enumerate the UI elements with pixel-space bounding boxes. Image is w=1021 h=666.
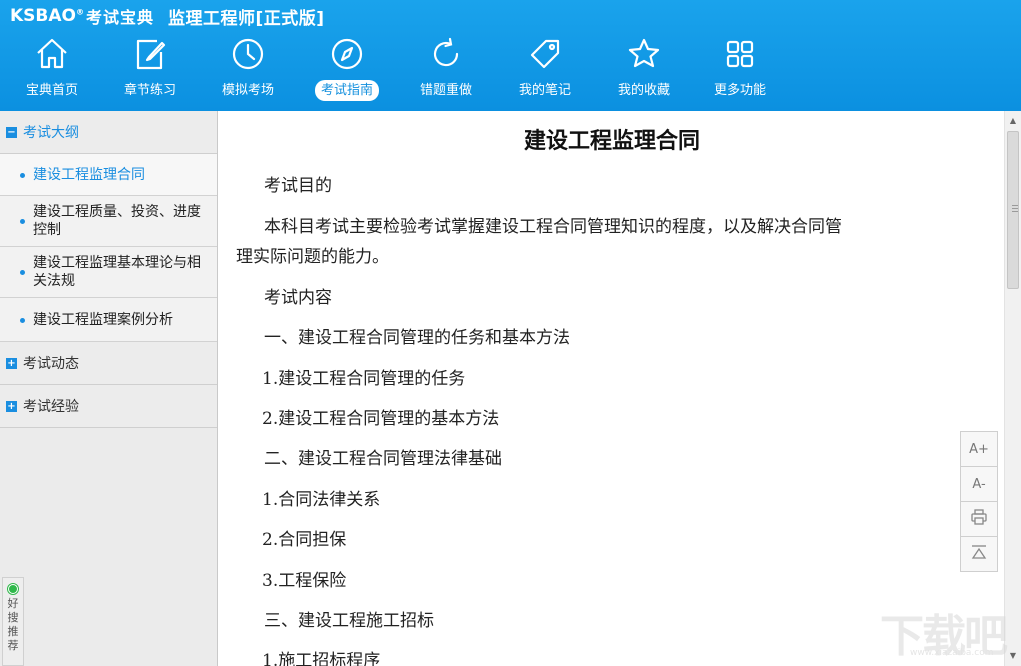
reader-tools: A+ A- [960, 431, 998, 572]
grid-icon [720, 34, 760, 74]
clock-icon [228, 34, 268, 74]
bullet-dot [20, 270, 25, 275]
nav-label: 我的收藏 [617, 83, 671, 98]
expand-icon: + [6, 400, 17, 412]
grip-line [1012, 208, 1018, 209]
sidebar-item-supervision-contract[interactable]: 建设工程监理合同 [0, 154, 217, 196]
nav-more-functions[interactable]: 更多功能 [691, 30, 789, 108]
doc-line: 考试内容 [264, 288, 332, 308]
back-to-top-button[interactable] [960, 536, 998, 572]
bullet-dot [20, 172, 25, 178]
nav-label: 更多功能 [713, 83, 767, 98]
brand: KSBAO® 考试宝典 监理工程师[正式版] [10, 4, 325, 29]
doc-line: 二、建设工程合同管理法律基础 [264, 449, 502, 469]
back-to-top-icon [970, 543, 988, 565]
doc-line: 三、建设工程施工招标 [264, 611, 434, 631]
sidebar: − 考试大纲 建设工程监理合同 建设工程质量、投资、进度控制 建设工程监理基本理… [0, 111, 218, 666]
doc-line: 1.合同法律关系 [262, 490, 381, 510]
collapse-icon: − [6, 126, 17, 138]
section-label: 考试经验 [23, 399, 79, 415]
refresh-icon [426, 34, 466, 74]
expand-icon: + [6, 357, 17, 369]
home-icon [32, 34, 72, 74]
doc-line: 2.合同担保 [262, 530, 347, 550]
app-title: 监理工程师[正式版] [168, 8, 325, 29]
print-button[interactable] [960, 501, 998, 537]
watermark-url: www.xiazaiba.com [910, 648, 994, 658]
document-title: 建设工程监理合同 [523, 129, 700, 154]
vertical-scrollbar[interactable]: ▲ ▼ [1004, 111, 1021, 666]
main-nav: 宝典首页 章节练习 模拟考场 考试指南 错题重做 我的笔记 我的收藏 更多功能 [0, 30, 800, 108]
sidebar-section-exam-syllabus[interactable]: − 考试大纲 [0, 111, 217, 154]
tag-icon [525, 34, 565, 74]
grip-line [1012, 205, 1018, 206]
doc-line: 1.建设工程合同管理的任务 [262, 369, 466, 389]
nav-home[interactable]: 宝典首页 [3, 30, 101, 108]
scroll-up-arrow-icon[interactable]: ▲ [1005, 113, 1021, 129]
compass-icon [327, 34, 367, 74]
font-decrease-button[interactable]: A- [960, 466, 998, 502]
nav-mock-exam[interactable]: 模拟考场 [199, 30, 297, 108]
recommend-label: 好搜推荐 [7, 597, 19, 652]
ksbao-logo: KSBAO® [10, 6, 84, 26]
recommend-widget[interactable]: 好搜推荐 [2, 577, 24, 666]
nav-chapter-practice[interactable]: 章节练习 [101, 30, 199, 108]
scroll-thumb[interactable] [1007, 131, 1019, 289]
nav-label: 考试指南 [314, 80, 380, 101]
nav-my-notes[interactable]: 我的笔记 [496, 30, 594, 108]
doc-line: 理实际问题的能力。 [236, 247, 389, 267]
sidebar-item-case-analysis[interactable]: 建设工程监理案例分析 [0, 298, 217, 342]
nav-label: 章节练习 [123, 83, 177, 98]
sidebar-item-label: 建设工程监理合同 [33, 166, 145, 183]
bullet-dot [20, 317, 25, 323]
nav-label: 宝典首页 [25, 83, 79, 98]
bullet-dot [20, 219, 25, 224]
doc-line: 2.建设工程合同管理的基本方法 [262, 409, 500, 429]
doc-line: 考试目的 [264, 176, 332, 196]
nav-my-favorites[interactable]: 我的收藏 [595, 30, 693, 108]
font-increase-button[interactable]: A+ [960, 431, 998, 467]
sidebar-item-theory-and-regulations[interactable]: 建设工程监理基本理论与相关法规 [0, 247, 217, 298]
grip-line [1012, 211, 1018, 212]
nav-redo-mistakes[interactable]: 错题重做 [397, 30, 495, 108]
sidebar-section-exam-experience[interactable]: + 考试经验 [0, 385, 217, 428]
doc-line: 一、建设工程合同管理的任务和基本方法 [264, 328, 570, 348]
section-label: 考试动态 [23, 356, 79, 372]
doc-line: 1.施工招标程序 [262, 651, 381, 666]
nav-label: 模拟考场 [221, 83, 275, 98]
watermark-logo: 下载吧 www.xiazaiba.com [880, 600, 1010, 662]
nav-label: 我的笔记 [518, 83, 572, 98]
top-header: KSBAO® 考试宝典 监理工程师[正式版] 宝典首页 章节练习 模拟考场 考试… [0, 0, 1021, 111]
status-dot-icon [8, 584, 18, 594]
edit-icon [130, 34, 170, 74]
doc-line: 3.工程保险 [262, 571, 347, 591]
nav-exam-guide[interactable]: 考试指南 [298, 30, 396, 108]
star-icon [624, 34, 664, 74]
nav-label: 错题重做 [419, 83, 473, 98]
sidebar-item-label: 建设工程监理基本理论与相关法规 [33, 255, 201, 289]
sidebar-item-label: 建设工程质量、投资、进度控制 [33, 204, 201, 238]
sidebar-item-label: 建设工程监理案例分析 [33, 311, 173, 328]
sidebar-section-exam-news[interactable]: + 考试动态 [0, 342, 217, 385]
sidebar-item-quality-investment-progress[interactable]: 建设工程质量、投资、进度控制 [0, 196, 217, 247]
section-label: 考试大纲 [23, 125, 79, 141]
doc-line: 本科目考试主要检验考试掌握建设工程合同管理知识的程度，以及解决合同管 [264, 217, 842, 237]
logo-cn: 考试宝典 [85, 8, 154, 27]
document-pane: 建设工程监理合同 考试目的 本科目考试主要检验考试掌握建设工程合同管理知识的程度… [220, 111, 1004, 666]
print-icon [970, 508, 988, 530]
